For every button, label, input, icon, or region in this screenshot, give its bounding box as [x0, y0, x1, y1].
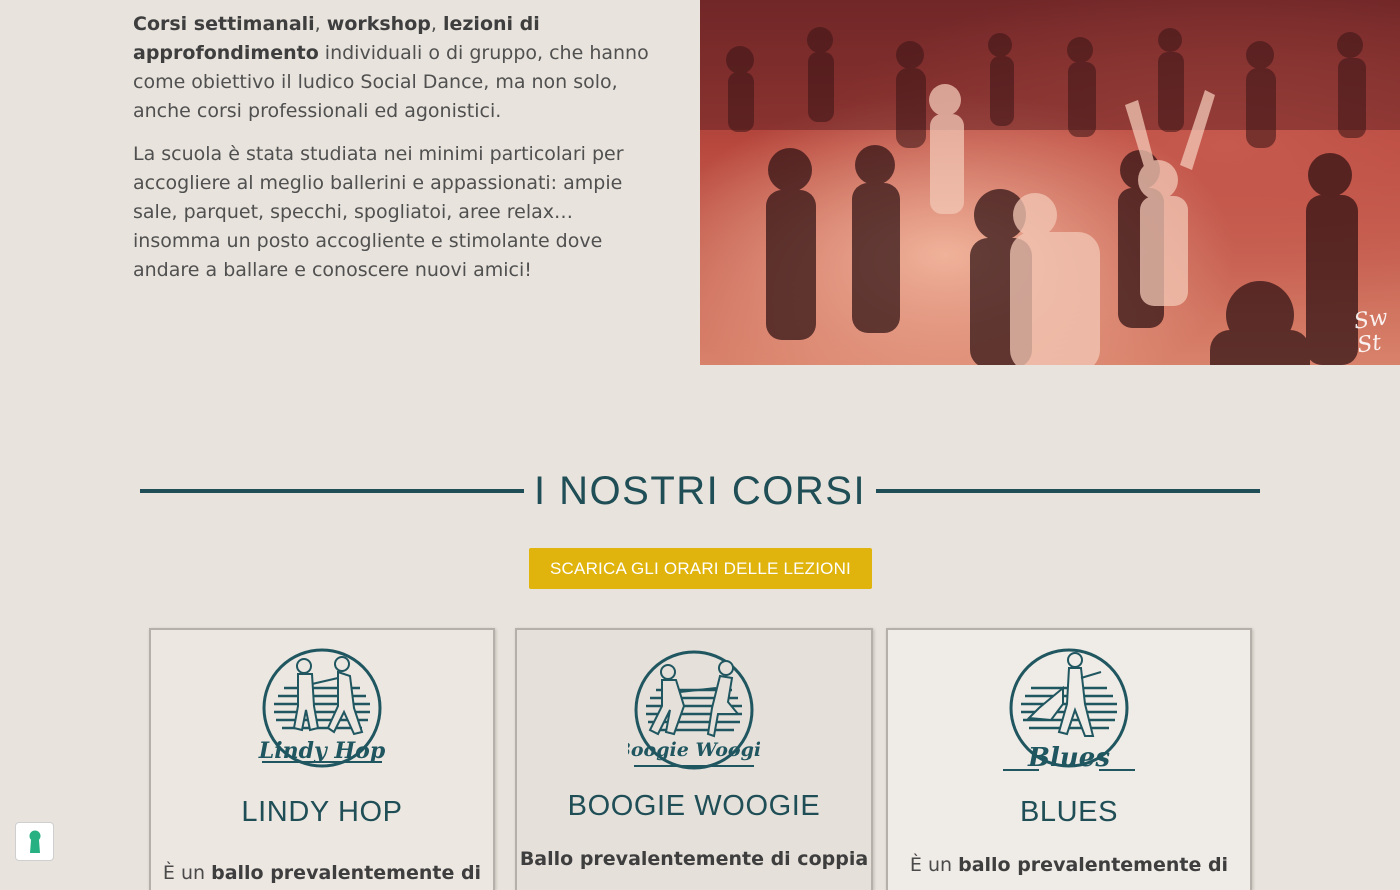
course-desc-highlight: ballo prevalentemente di	[958, 854, 1229, 876]
lindy-hop-logo-icon: Lindy Hop	[258, 648, 386, 768]
intro-separator: ,	[314, 13, 327, 35]
course-desc-lindy-hop: È un ballo prevalentemente di	[151, 862, 493, 884]
heading-rule-right	[876, 489, 1261, 493]
blues-logo-text: Blues	[1027, 743, 1110, 773]
boogie-woogie-logo-text: Boogie Woogie	[628, 739, 760, 761]
course-card-boogie-woogie[interactable]: Boogie Woogie BOOGIE WOOGIE Ballo preval…	[515, 628, 873, 890]
course-title-boogie-woogie: BOOGIE WOOGIE	[567, 790, 821, 822]
intro-paragraph-1: Corsi settimanali, workshop, lezioni di …	[133, 10, 663, 126]
course-desc-highlight: Ballo prevalentemente di coppia	[519, 848, 869, 870]
download-schedule-button[interactable]: SCARICA GLI ORARI DELLE LEZIONI	[529, 548, 872, 589]
courses-heading-text: I NOSTRI CORSI	[533, 468, 867, 513]
course-title-lindy-hop: LINDY HOP	[241, 796, 403, 828]
intro-separator: ,	[430, 13, 443, 35]
course-desc-highlight: ballo prevalentemente di	[211, 862, 482, 884]
heading-rule-left	[140, 489, 524, 493]
keyhole-accessibility-icon	[29, 830, 40, 853]
course-title-blues: BLUES	[1019, 796, 1119, 828]
intro-paragraph-2: La scuola è stata studiata nei minimi pa…	[133, 143, 624, 281]
lindy-hop-logo-text: Lindy Hop	[258, 738, 386, 764]
course-card-blues[interactable]: Blues BLUES È un ballo prevalentemente d…	[886, 628, 1252, 890]
course-desc-prefix: È un	[909, 854, 959, 876]
blues-logo-icon: Blues	[1003, 648, 1135, 773]
photo-watermark-logo: Sw St	[1352, 305, 1390, 359]
boogie-woogie-logo-icon: Boogie Woogie	[628, 650, 760, 770]
dance-hall-photo: Sw St	[700, 0, 1400, 365]
course-desc-blues: È un ballo prevalentemente di	[888, 854, 1250, 876]
courses-section-heading: I NOSTRI CORSI	[140, 466, 1261, 516]
intro-highlight-weekly: Corsi settimanali	[133, 13, 315, 35]
course-desc-prefix: È un	[162, 862, 212, 884]
course-card-lindy-hop[interactable]: Lindy Hop LINDY HOP È un ballo prevalent…	[149, 628, 495, 890]
accessibility-button[interactable]	[15, 822, 54, 861]
course-desc-boogie-woogie: Ballo prevalentemente di coppia	[517, 848, 871, 870]
dancers-illustration	[700, 0, 1400, 365]
intro-text: Corsi settimanali, workshop, lezioni di …	[133, 10, 663, 299]
intro-highlight-workshop: workshop	[326, 13, 431, 35]
